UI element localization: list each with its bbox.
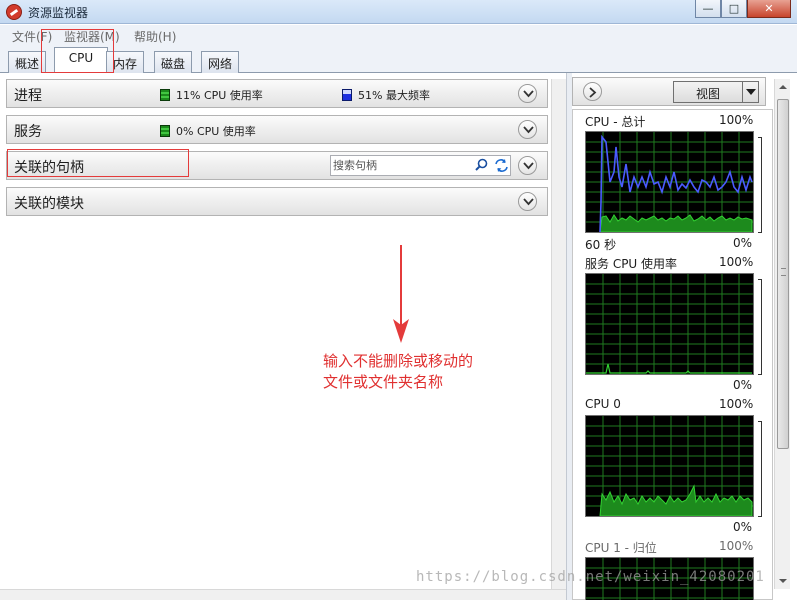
search-handles-box (330, 155, 511, 176)
max-frequency-stat: 51% 最大频率 (342, 87, 430, 103)
refresh-icon[interactable] (493, 157, 510, 174)
cpu0-graph (585, 415, 754, 517)
minimize-button[interactable]: — (695, 0, 721, 18)
section-handles[interactable]: 关联的句柄 (6, 151, 548, 180)
menu-file[interactable]: 文件(F) (12, 28, 52, 45)
section-title: 进程 (14, 88, 42, 104)
search-icon[interactable] (473, 157, 490, 174)
window-title: 资源监视器 (28, 6, 89, 20)
menu-monitor[interactable]: 监视器(M) (64, 28, 120, 45)
graph-title: CPU 0 (585, 397, 621, 411)
cpu-usage-stat: 11% CPU 使用率 (160, 87, 263, 103)
menu-bar: 文件(F) 监视器(M) 帮助(H) (0, 25, 797, 45)
view-button-label: 视图 (695, 87, 720, 101)
scroll-thumb[interactable] (777, 99, 789, 449)
chevron-right-icon[interactable] (583, 82, 602, 101)
view-button[interactable]: 视图 (673, 81, 759, 103)
annotation-note: 输入不能删除或移动的 文件或文件夹名称 (323, 351, 513, 393)
green-swatch-icon (160, 89, 170, 101)
window-controls: — □ ✕ (695, 0, 791, 18)
section-title: 关联的模块 (14, 196, 84, 212)
scroll-up-icon[interactable] (779, 85, 787, 89)
horizontal-scrollbar[interactable] (0, 589, 566, 600)
scroll-down-icon[interactable] (779, 579, 787, 583)
graph-title: 服务 CPU 使用率 (585, 257, 678, 271)
watermark: https://blog.csdn.net/weixin_42080201 (416, 569, 765, 585)
search-handles-input[interactable] (333, 158, 471, 173)
service-cpu-graph (585, 273, 754, 375)
tab-disk[interactable]: 磁盘 (154, 51, 193, 73)
graph-min: 0% (733, 236, 753, 250)
right-pane: 视图 CPU - 总计 100% 60 秒 0% 服务 CPU 使用率 100%… (572, 73, 797, 600)
annotation-line-2: 文件或文件夹名称 (323, 373, 444, 391)
graph-area: CPU - 总计 100% 60 秒 0% 服务 CPU 使用率 100% 0%… (572, 109, 773, 600)
graph-min: 0% (733, 520, 753, 534)
resource-monitor-icon (6, 4, 22, 20)
chevron-down-icon[interactable] (518, 120, 537, 139)
section-processes[interactable]: 进程 11% CPU 使用率 51% 最大频率 (6, 79, 548, 108)
tab-cpu[interactable]: CPU (54, 47, 108, 74)
title-bar: 资源监视器 — □ ✕ (0, 0, 797, 24)
blue-swatch-icon (342, 89, 352, 101)
tab-overview[interactable]: 概述 (8, 51, 47, 73)
graph-panel-header: 视图 (572, 77, 766, 106)
menu-help[interactable]: 帮助(H) (134, 28, 176, 45)
graph-max: 100% (719, 397, 754, 411)
annotation-line-1: 输入不能删除或移动的 (323, 352, 474, 370)
graph-title: CPU 1 - 归位 (585, 541, 657, 555)
graph-bracket (758, 279, 762, 375)
maximize-button[interactable]: □ (721, 0, 747, 18)
cpu0-plot (586, 416, 753, 516)
tab-strip: 概述 CPU 内存 磁盘 网络 (0, 45, 797, 74)
right-scrollbar[interactable] (774, 79, 790, 589)
chevron-down-icon[interactable] (518, 192, 537, 211)
graph-max: 100% (719, 539, 754, 553)
service-cpu-plot (586, 274, 753, 374)
tab-memory[interactable]: 内存 (106, 51, 145, 73)
services-cpu-text: 0% CPU 使用率 (176, 125, 256, 138)
dropdown-arrow-icon[interactable] (742, 82, 758, 102)
green-swatch-icon (160, 125, 170, 137)
cpu-total-plot (586, 132, 753, 232)
graph-min: 0% (733, 378, 753, 392)
section-services[interactable]: 服务 0% CPU 使用率 (6, 115, 548, 144)
graph-bracket (758, 137, 762, 233)
left-pane: 进程 11% CPU 使用率 51% 最大频率 服务 0% CPU 使用率 关联… (0, 73, 566, 600)
graph-title: CPU - 总计 (585, 115, 646, 129)
graph-max: 100% (719, 113, 754, 127)
cpu-usage-text: 11% CPU 使用率 (176, 89, 263, 102)
close-button[interactable]: ✕ (747, 0, 791, 18)
max-frequency-text: 51% 最大频率 (358, 89, 430, 102)
graph-max: 100% (719, 255, 754, 269)
cpu-total-graph (585, 131, 754, 233)
graph-bracket (758, 421, 762, 517)
chevron-down-icon[interactable] (518, 84, 537, 103)
services-cpu-stat: 0% CPU 使用率 (160, 123, 256, 139)
tab-network[interactable]: 网络 (201, 51, 240, 73)
left-scrollbar[interactable] (551, 79, 566, 589)
red-arrow-icon (393, 245, 409, 343)
section-title: 关联的句柄 (14, 160, 84, 176)
section-modules[interactable]: 关联的模块 (6, 187, 548, 216)
chevron-down-icon[interactable] (518, 156, 537, 175)
section-title: 服务 (14, 124, 42, 140)
graph-footer-time: 60 秒 (585, 238, 617, 252)
